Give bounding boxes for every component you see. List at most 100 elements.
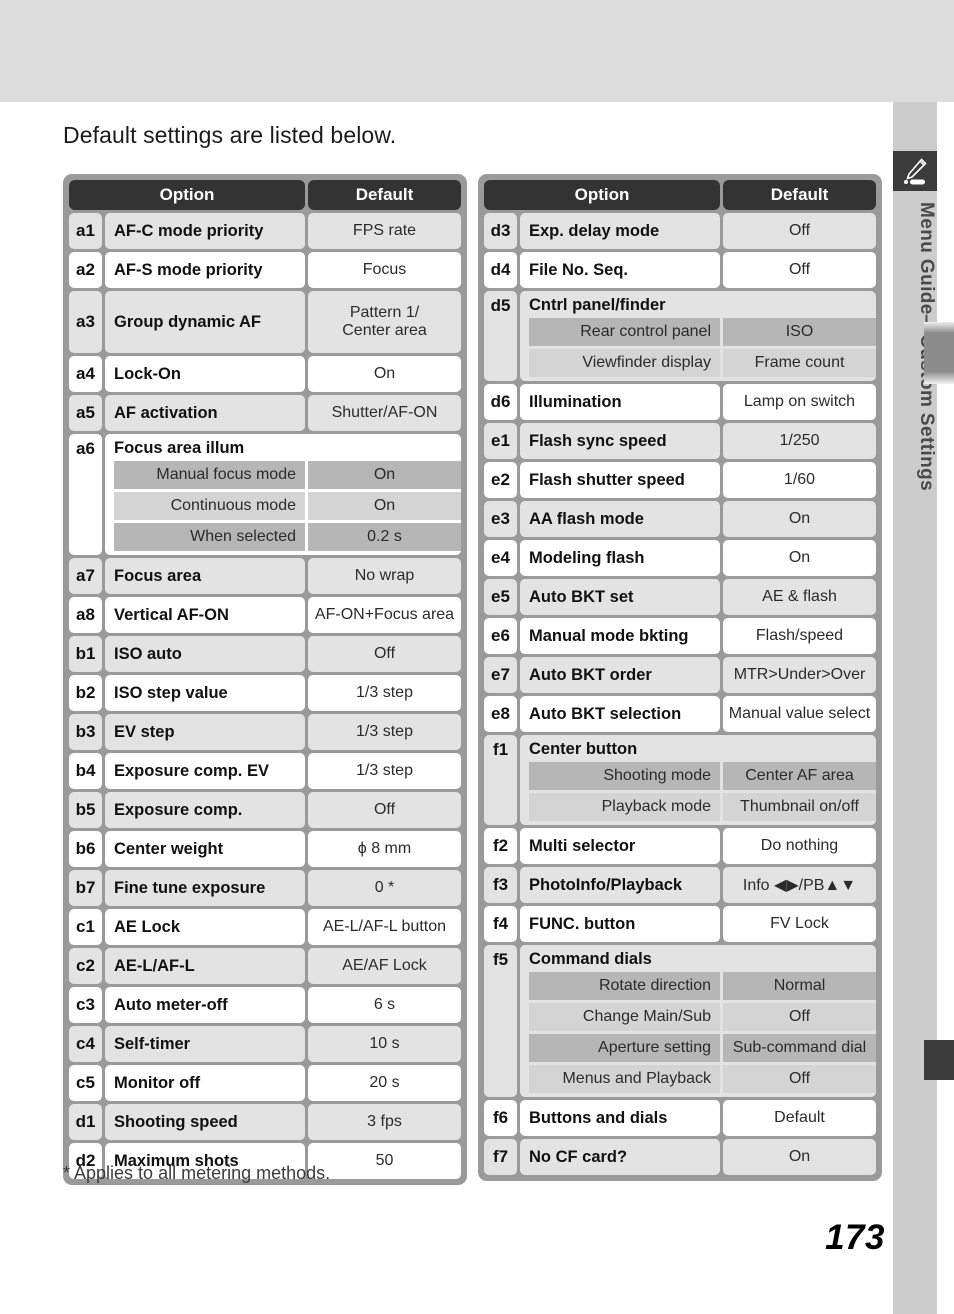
row-default-value: No wrap	[308, 558, 461, 594]
row-code: b4	[69, 753, 102, 789]
subrow-label: Continuous mode	[114, 492, 305, 520]
table-subrow: When selected 0.2 s	[105, 523, 461, 551]
column-header-option: Option	[69, 180, 305, 210]
subrow-label: When selected	[114, 523, 305, 551]
table-row: c5 Monitor off 20 s	[69, 1065, 461, 1101]
row-code: c2	[69, 948, 102, 984]
row-default-value: Off	[723, 213, 876, 249]
row-default-value: ϕ 8 mm	[308, 831, 461, 867]
table-row: e2 Flash shutter speed 1/60	[484, 462, 876, 498]
row-option-label: ISO auto	[105, 636, 305, 672]
table-row: f4 FUNC. button FV Lock	[484, 906, 876, 942]
row-code: c4	[69, 1026, 102, 1062]
subrow-default-value: Off	[723, 1003, 876, 1031]
table-row: a3 Group dynamic AF Pattern 1/Center area	[69, 291, 461, 353]
row-code: f7	[484, 1139, 517, 1175]
row-code: c3	[69, 987, 102, 1023]
table-body: a1 AF-C mode priority FPS rate a2 AF-S mode …	[69, 213, 461, 1179]
table-row: e6 Manual mode bkting Flash/speed	[484, 618, 876, 654]
row-default-value: FV Lock	[723, 906, 876, 942]
column-header-default: Default	[723, 180, 876, 210]
row-option-label: Shooting speed	[105, 1104, 305, 1140]
row-group-body: Command dials Rotate direction Normal Chang…	[520, 945, 876, 1097]
table-subrow: Continuous mode On	[105, 492, 461, 520]
table-row: f3 PhotoInfo/Playback Info ◀▶/PB▲▼	[484, 867, 876, 903]
row-default-value: FPS rate	[308, 213, 461, 249]
row-option-label: Auto BKT order	[520, 657, 720, 693]
table-row: b1 ISO auto Off	[69, 636, 461, 672]
row-default-value: 1/3 step	[308, 714, 461, 750]
row-default-value: Lamp on switch	[723, 384, 876, 420]
row-group-body: Center button Shooting mode Center AF area…	[520, 735, 876, 825]
row-default-value: 1/3 step	[308, 753, 461, 789]
table-subrow: Shooting mode Center AF area	[520, 762, 876, 790]
row-default-value: Off	[308, 636, 461, 672]
row-code: b2	[69, 675, 102, 711]
table-row: a4 Lock-On On	[69, 356, 461, 392]
row-option-label: Exposure comp.	[105, 792, 305, 828]
row-code: a7	[69, 558, 102, 594]
row-code: d1	[69, 1104, 102, 1140]
table-header-row: Option Default	[69, 180, 461, 210]
row-option-label: EV step	[105, 714, 305, 750]
subrow-default-value: ISO	[723, 318, 876, 346]
row-code: e3	[484, 501, 517, 537]
row-code: e8	[484, 696, 517, 732]
row-default-value: On	[308, 356, 461, 392]
row-code: e2	[484, 462, 517, 498]
row-code: c1	[69, 909, 102, 945]
subrow-label: Viewfinder display	[529, 349, 720, 377]
row-default-value: AE/AF Lock	[308, 948, 461, 984]
row-option-label: AF activation	[105, 395, 305, 431]
table-subrow: Rotate direction Normal	[520, 972, 876, 1000]
row-default-value: 3 fps	[308, 1104, 461, 1140]
row-default-value: 20 s	[308, 1065, 461, 1101]
row-option-label: Monitor off	[105, 1065, 305, 1101]
subrow-label: Menus and Playback	[529, 1065, 720, 1093]
row-code: f6	[484, 1100, 517, 1136]
row-code: a5	[69, 395, 102, 431]
row-option-label: Fine tune exposure	[105, 870, 305, 906]
table-body: d3 Exp. delay mode Off d4 File No. Seq. Off d5…	[484, 213, 876, 1175]
row-code: e1	[484, 423, 517, 459]
row-default-value: 6 s	[308, 987, 461, 1023]
edge-marker-secondary	[924, 1040, 954, 1080]
row-default-value: Flash/speed	[723, 618, 876, 654]
table-row: b3 EV step 1/3 step	[69, 714, 461, 750]
table-row: e3 AA flash mode On	[484, 501, 876, 537]
row-code: a2	[69, 252, 102, 288]
row-option-label: PhotoInfo/Playback	[520, 867, 720, 903]
table-row: e1 Flash sync speed 1/250	[484, 423, 876, 459]
subrow-label: Manual focus mode	[114, 461, 305, 489]
table-subrow: Manual focus mode On	[105, 461, 461, 489]
table-subrow: Rear control panel ISO	[520, 318, 876, 346]
edge-marker-current-chapter	[924, 322, 954, 384]
table-subrow: Playback mode Thumbnail on/off	[520, 793, 876, 821]
row-option-label: Center weight	[105, 831, 305, 867]
page-title: Default settings are listed below.	[63, 122, 397, 148]
row-code: b1	[69, 636, 102, 672]
row-code: b3	[69, 714, 102, 750]
table-row: f2 Multi selector Do nothing	[484, 828, 876, 864]
table-row: b2 ISO step value 1/3 step	[69, 675, 461, 711]
table-row: d1 Shooting speed 3 fps	[69, 1104, 461, 1140]
subrow-label: Aperture setting	[529, 1034, 720, 1062]
row-option-label: Cntrl panel/finder	[529, 296, 666, 314]
row-option-label: Buttons and dials	[520, 1100, 720, 1136]
row-option-label: Focus area	[105, 558, 305, 594]
row-default-value: 1/250	[723, 423, 876, 459]
row-group-body: Cntrl panel/finder Rear control panel ISO V…	[520, 291, 876, 381]
row-option-label: Vertical AF-ON	[105, 597, 305, 633]
row-code: a1	[69, 213, 102, 249]
row-default-value: Info ◀▶/PB▲▼	[723, 867, 876, 903]
table-row: c2 AE-L/AF-L AE/AF Lock	[69, 948, 461, 984]
chapter-tab-icon-box	[893, 151, 937, 191]
row-option-label: Flash shutter speed	[520, 462, 720, 498]
table-row: f7 No CF card? On	[484, 1139, 876, 1175]
table-row: c1 AE Lock AE-L/AF-L button	[69, 909, 461, 945]
table-row-group: f5 Command dials Rotate direction Normal Cha…	[484, 945, 876, 1097]
row-option-label: FUNC. button	[520, 906, 720, 942]
table-row: c3 Auto meter-off 6 s	[69, 987, 461, 1023]
row-default-value: Do nothing	[723, 828, 876, 864]
row-option-label: File No. Seq.	[520, 252, 720, 288]
